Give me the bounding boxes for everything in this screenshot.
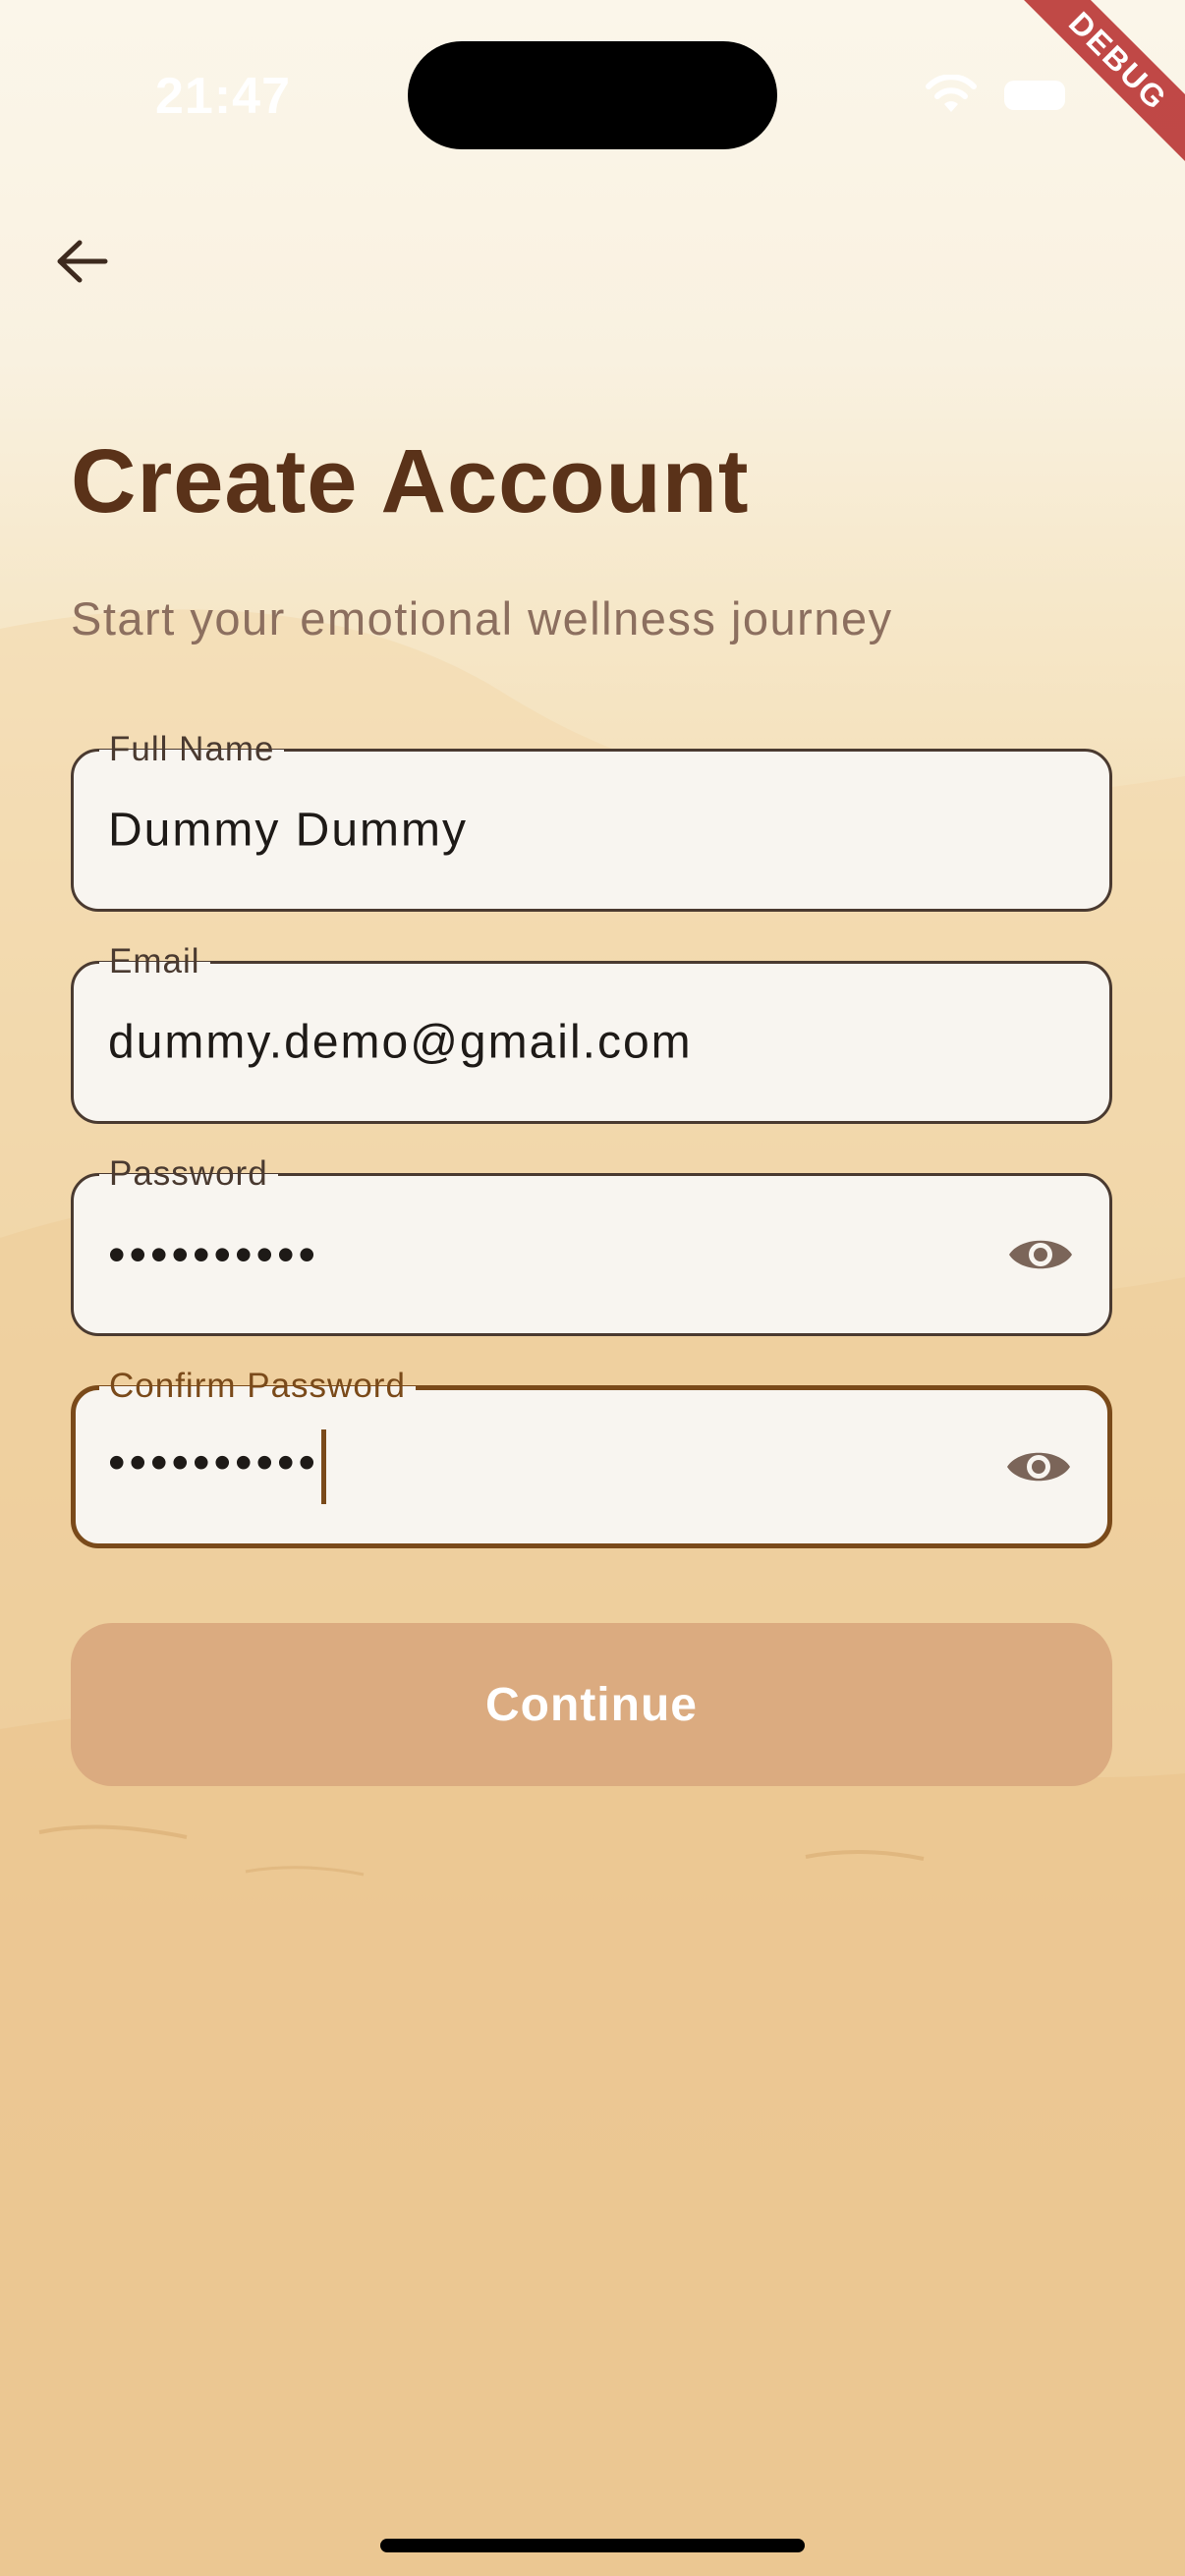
email-value: dummy.demo@gmail.com [108, 1016, 693, 1069]
page-title: Create Account [71, 431, 750, 532]
confirm-password-field[interactable]: Confirm Password •••••••••• [71, 1367, 1112, 1548]
text-caret [321, 1429, 327, 1504]
eye-icon [1009, 1240, 1072, 1269]
password-value: •••••••••• [108, 1227, 320, 1282]
full-name-field[interactable]: Full Name Dummy Dummy [71, 730, 1112, 912]
password-label: Password [99, 1154, 278, 1194]
email-field[interactable]: Email dummy.demo@gmail.com [71, 942, 1112, 1124]
back-button[interactable] [43, 222, 122, 301]
status-time: 21:47 [155, 68, 291, 125]
dynamic-island [408, 41, 777, 149]
full-name-label: Full Name [99, 730, 285, 769]
full-name-value: Dummy Dummy [108, 804, 468, 857]
email-label: Email [99, 942, 210, 981]
page-subtitle: Start your emotional wellness journey [71, 592, 893, 644]
password-field[interactable]: Password •••••••••• [71, 1154, 1112, 1336]
password-visibility-toggle[interactable] [1005, 1219, 1076, 1290]
confirm-password-visibility-toggle[interactable] [1003, 1431, 1074, 1502]
home-indicator [380, 2539, 805, 2552]
debug-label: DEBUG [1011, 0, 1185, 168]
confirm-password-value: •••••••••• [108, 1434, 320, 1490]
arrow-left-icon [57, 240, 108, 283]
wifi-icon [926, 75, 977, 112]
confirm-password-input: •••••••••• [108, 1429, 327, 1504]
eye-icon [1007, 1452, 1070, 1482]
confirm-password-label: Confirm Password [99, 1367, 416, 1406]
continue-button[interactable]: Continue [71, 1623, 1112, 1786]
debug-banner: DEBUG [988, 0, 1185, 196]
